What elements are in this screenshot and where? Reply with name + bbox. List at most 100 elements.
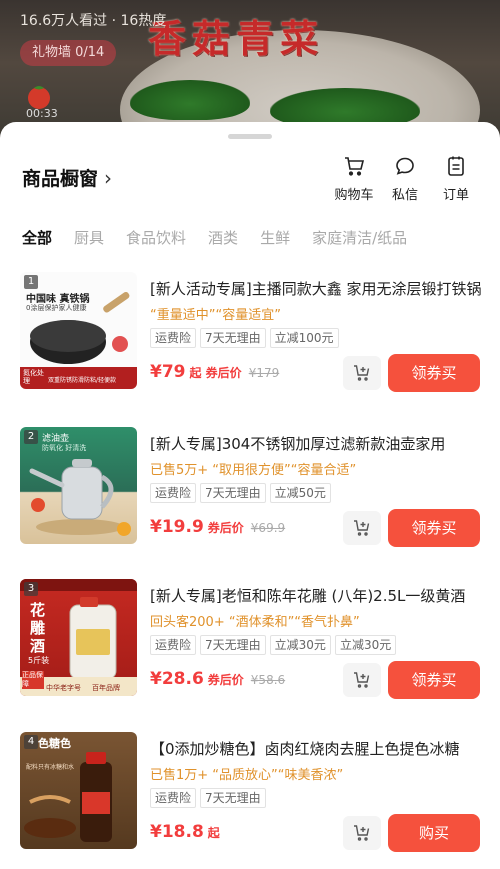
order-list-icon <box>448 156 464 176</box>
thumb-caption: 双重防锈防滑防粘/轻便款 <box>48 377 117 384</box>
product-highlights: “重量适中”“容量适宜” <box>150 308 281 323</box>
tab-household-cleaning[interactable]: 家庭清洁/纸品 <box>312 227 407 248</box>
chevron-right-icon: › <box>104 165 113 190</box>
thumb-caption: 5斤装 <box>28 656 50 665</box>
thumb-headline: 色糖色 <box>38 737 71 750</box>
cart-label: 购物车 <box>334 188 374 203</box>
product-card[interactable]: 2 滤油壶 防氧化 好清洗 [新人专属]304不锈钢加厚过滤新款油壶家用 已售5… <box>0 427 500 577</box>
chat-bubble-icon <box>396 157 414 175</box>
tag-discount: 立减50元 <box>269 483 331 503</box>
product-thumbnail[interactable]: 3 花 雕 酒 5斤装 中华老字号 百年品牌 正品保障 <box>20 579 137 696</box>
price-suffix: 券后价 <box>207 521 244 535</box>
product-name: [新人活动专属]主播同款大鑫 家用无涂层锻打铁锅 <box>150 280 482 298</box>
product-name: [新人专属]304不锈钢加厚过滤新款油壶家用 <box>150 435 446 453</box>
product-tags: 运费险 7天无理由 立减50元 <box>150 483 331 503</box>
product-index: 1 <box>24 275 38 289</box>
price-suffix: 起 <box>207 826 220 840</box>
thumb-caption: 配料只有冰糖和水 <box>26 764 75 771</box>
product-highlights: 已售5万+ “取用很方便”“容量合适” <box>150 463 357 478</box>
product-price: ¥19.9 <box>150 517 204 537</box>
gift-wall-badge[interactable]: 礼物墙 0/14 <box>20 40 117 66</box>
orders-label: 订单 <box>442 188 469 203</box>
category-tabs: 全部 厨具 食品饮料 酒类 生鲜 家庭清洁/纸品 <box>0 222 500 252</box>
product-name: [新人专属]老恒和陈年花雕 (八年)2.5L一级黄酒 <box>150 587 466 605</box>
sheet-header: 商品橱窗 › 购物车 私信 订单 <box>0 150 500 220</box>
product-name: 【0添加炒糖色】卤肉红烧肉去腥上色提色冰糖 <box>150 740 460 758</box>
thumb-caption: 中华老字号 <box>46 684 81 692</box>
orders-button[interactable]: 订单 <box>428 154 484 204</box>
tag-discount: 立减30元 <box>334 635 397 655</box>
product-highlights: 已售1万+ “品质放心”“味美香浓” <box>150 768 344 783</box>
product-price: ¥79 <box>150 362 186 382</box>
tag-7day-return: 7天无理由 <box>200 483 266 503</box>
price-suffix: 券后价 <box>207 673 244 687</box>
thumb-badge: 氮化处理 <box>23 369 44 385</box>
viewer-count: 16.6万人看过 · 16热度 <box>20 13 167 29</box>
tab-kitchenware[interactable]: 厨具 <box>74 227 104 248</box>
product-index: 2 <box>24 430 38 444</box>
original-price: ¥179 <box>248 366 280 380</box>
claim-coupon-buy-button[interactable]: 领券买 <box>388 509 480 547</box>
tab-liquor[interactable]: 酒类 <box>208 227 238 248</box>
thumb-caption: 0涂层保护家人健康 <box>26 304 87 312</box>
video-greens <box>130 80 250 120</box>
drag-handle[interactable] <box>228 134 272 139</box>
cart-icon <box>345 157 365 176</box>
thumb-glyph: 酒 <box>30 637 46 655</box>
original-price: ¥58.6 <box>250 673 286 687</box>
price-row: ¥18.8 起 <box>150 822 220 842</box>
product-thumbnail[interactable]: 1 中国味 真铁锅 0涂层保护家人健康 氮化处理 双重防锈防滑防粘/轻便款 <box>20 272 137 389</box>
claim-coupon-buy-button[interactable]: 领券买 <box>388 661 480 699</box>
original-price: ¥69.9 <box>250 521 286 535</box>
product-card[interactable]: 3 花 雕 酒 5斤装 中华老字号 百年品牌 正品保障 [新人专属]老恒和陈年花… <box>0 579 500 729</box>
add-cart-icon <box>354 520 370 536</box>
live-stream-video[interactable]: 香菇青菜 16.6万人看过 · 16热度 礼物墙 0/14 00:33 <box>0 0 500 140</box>
live-dish-title: 香菇青菜 <box>148 16 325 61</box>
video-timestamp: 00:33 <box>26 107 58 120</box>
tab-fresh[interactable]: 生鲜 <box>260 227 290 248</box>
tag-shipping-insurance: 运费险 <box>150 635 197 655</box>
thumb-caption: 百年品牌 <box>92 684 120 692</box>
add-to-cart-button[interactable] <box>343 511 381 545</box>
thumb-caption: 防氧化 好清洗 <box>42 444 87 452</box>
add-cart-icon <box>354 825 370 841</box>
tag-shipping-insurance: 运费险 <box>150 788 197 808</box>
product-highlights: 回头客200+ “酒体柔和”“香气扑鼻” <box>150 615 360 630</box>
add-to-cart-button[interactable] <box>343 816 381 850</box>
add-cart-icon <box>354 365 370 381</box>
claim-coupon-buy-button[interactable]: 领券买 <box>388 354 480 392</box>
tag-7day-return: 7天无理由 <box>200 788 266 808</box>
tab-all[interactable]: 全部 <box>22 227 52 248</box>
buy-button[interactable]: 购买 <box>388 814 480 852</box>
price-suffix: 起 券后价 <box>189 366 242 380</box>
price-row: ¥79 起 券后价 ¥179 <box>150 362 279 382</box>
showcase-title-link[interactable]: 商品橱窗 › <box>22 164 112 191</box>
price-row: ¥28.6 券后价 ¥58.6 <box>150 669 285 689</box>
tag-discount: 立减100元 <box>269 328 339 348</box>
product-price: ¥28.6 <box>150 669 204 689</box>
product-tags: 运费险 7天无理由 <box>150 788 266 808</box>
cart-button[interactable]: 购物车 <box>326 154 382 204</box>
tag-7day-return: 7天无理由 <box>200 635 266 655</box>
add-cart-icon <box>354 672 370 688</box>
product-card[interactable]: 4 色糖色 配料只有冰糖和水 【0添加炒糖色】卤肉红烧肉去腥上色提色冰糖 已售1… <box>0 732 500 869</box>
add-to-cart-button[interactable] <box>343 356 381 390</box>
product-tags: 运费险 7天无理由 立减30元 立减30元 <box>150 635 397 655</box>
product-index: 4 <box>24 735 38 749</box>
product-showcase-sheet: 商品橱窗 › 购物车 私信 订单 全部 厨具 食品饮料 酒类 生鲜 家庭清洁/纸… <box>0 122 500 869</box>
tab-food-drinks[interactable]: 食品饮料 <box>126 227 186 248</box>
tag-discount: 立减30元 <box>269 635 331 655</box>
product-thumbnail[interactable]: 2 滤油壶 防氧化 好清洗 <box>20 427 137 544</box>
product-thumbnail[interactable]: 4 色糖色 配料只有冰糖和水 <box>20 732 137 849</box>
message-button[interactable]: 私信 <box>377 154 433 204</box>
tag-shipping-insurance: 运费险 <box>150 328 197 348</box>
thumb-badge: 正品保障 <box>22 671 44 689</box>
tag-7day-return: 7天无理由 <box>200 328 266 348</box>
product-price: ¥18.8 <box>150 822 204 842</box>
product-tags: 运费险 7天无理由 立减100元 <box>150 328 339 348</box>
showcase-title: 商品橱窗 <box>22 168 99 190</box>
add-to-cart-button[interactable] <box>343 663 381 697</box>
message-label: 私信 <box>391 188 418 203</box>
product-index: 3 <box>24 582 38 596</box>
product-card[interactable]: 1 中国味 真铁锅 0涂层保护家人健康 氮化处理 双重防锈防滑防粘/轻便款 [新… <box>0 272 500 422</box>
